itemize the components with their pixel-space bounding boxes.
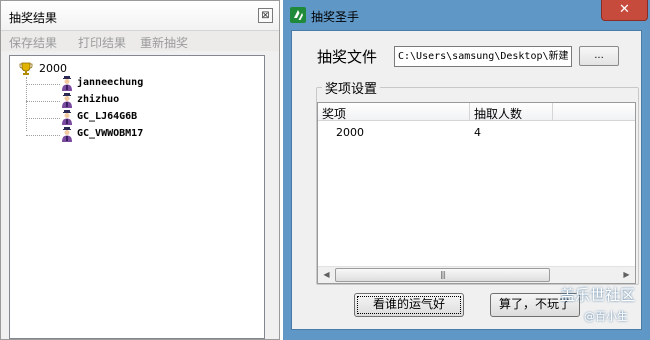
results-window-title: 抽奖结果 bbox=[9, 11, 58, 25]
winner-name: GC_LJ64G6B bbox=[77, 111, 138, 122]
winner-name: GC_VWWOBM17 bbox=[77, 128, 144, 139]
watermark-main: 盖乐世社区 bbox=[560, 286, 636, 304]
user-icon bbox=[62, 93, 72, 108]
scroll-left-arrow-icon[interactable]: ◀ bbox=[318, 267, 335, 283]
focus-outline bbox=[357, 296, 461, 314]
tree-root-label: 2000 bbox=[39, 62, 67, 75]
winner-name: janneechung bbox=[77, 77, 144, 88]
draw-button[interactable]: 看谁的运气好 bbox=[354, 293, 464, 317]
tree-branch-line bbox=[26, 135, 60, 136]
menu-print-results[interactable]: 打印结果 bbox=[78, 34, 126, 51]
prize-list-header: 奖项 抽取人数 bbox=[318, 103, 635, 121]
file-path-field[interactable]: C:\Users\samsung\Desktop\新建 bbox=[394, 46, 572, 67]
tree-branch-line bbox=[26, 84, 60, 85]
menu-redraw[interactable]: 重新抽奖 bbox=[140, 34, 188, 51]
lottery-close-button[interactable]: ✕ bbox=[601, 0, 648, 21]
prize-cell: 2000 bbox=[336, 126, 364, 139]
winner-name: zhizhuo bbox=[77, 94, 120, 105]
prize-settings-group: 奖项设置 奖项 抽取人数 2000 4 ◀ ||| ▶ bbox=[316, 78, 639, 285]
desktop: 抽奖结果 ⊠ 保存结果 打印结果 重新抽奖 2000 janneechung z… bbox=[0, 0, 650, 340]
scroll-thumb[interactable]: ||| bbox=[335, 268, 550, 282]
trophy-icon bbox=[19, 62, 33, 75]
menu-save-results[interactable]: 保存结果 bbox=[9, 34, 57, 51]
results-title-bar[interactable]: 抽奖结果 ⊠ bbox=[1, 1, 279, 31]
column-divider[interactable] bbox=[552, 103, 553, 121]
results-tree[interactable]: 2000 janneechung zhizhuo GC_LJ64G6B GC_V… bbox=[9, 55, 265, 339]
user-icon bbox=[62, 76, 72, 91]
column-divider[interactable] bbox=[469, 103, 470, 121]
results-menu-bar: 保存结果 打印结果 重新抽奖 bbox=[1, 31, 279, 51]
column-header-prize[interactable]: 奖项 bbox=[322, 105, 346, 122]
tree-branch-line bbox=[26, 101, 60, 102]
results-side-strip bbox=[265, 55, 279, 339]
browse-button[interactable]: ... bbox=[579, 46, 619, 66]
user-icon bbox=[62, 110, 72, 125]
prize-list[interactable]: 奖项 抽取人数 2000 4 ◀ ||| ▶ bbox=[317, 102, 636, 284]
app-icon bbox=[290, 7, 306, 23]
watermark: 盖乐世社区 @百小生 bbox=[560, 284, 650, 328]
count-cell: 4 bbox=[474, 126, 481, 139]
results-close-button[interactable]: ⊠ bbox=[258, 8, 273, 23]
user-icon bbox=[62, 127, 72, 142]
file-label: 抽奖文件 bbox=[317, 48, 378, 66]
horizontal-scrollbar[interactable]: ◀ ||| ▶ bbox=[318, 266, 635, 283]
column-header-count[interactable]: 抽取人数 bbox=[474, 105, 522, 122]
prize-row[interactable]: 2000 4 bbox=[318, 125, 635, 141]
scroll-right-arrow-icon[interactable]: ▶ bbox=[618, 267, 635, 283]
lottery-window-title: 抽奖圣手 bbox=[311, 10, 360, 24]
results-window: 抽奖结果 ⊠ 保存结果 打印结果 重新抽奖 2000 janneechung z… bbox=[0, 0, 280, 340]
watermark-sub: @百小生 bbox=[584, 310, 628, 323]
tree-branch-line bbox=[26, 118, 60, 119]
tree-connector bbox=[26, 77, 27, 131]
prize-settings-title: 奖项设置 bbox=[322, 78, 381, 97]
